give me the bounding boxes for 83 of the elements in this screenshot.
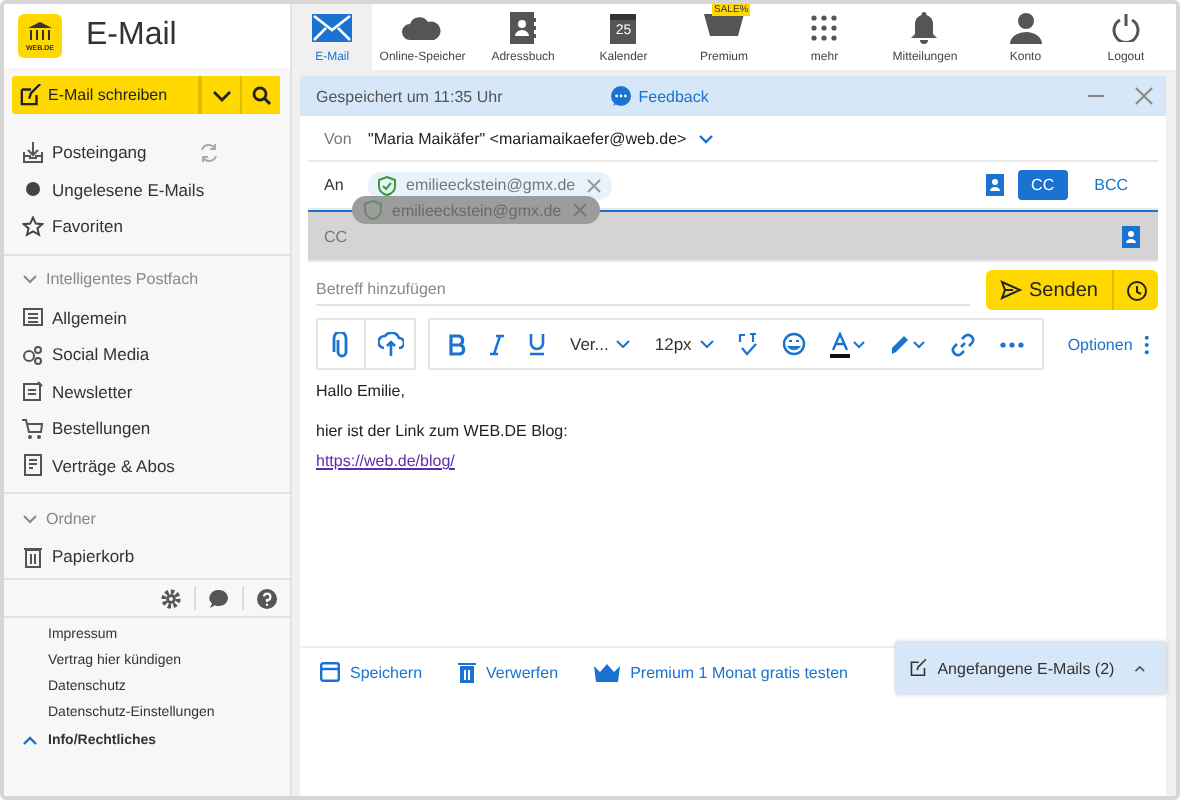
contact-card-icon[interactable] bbox=[985, 174, 1006, 196]
body-text: Hallo Emilie, bbox=[316, 382, 407, 400]
trash-icon bbox=[458, 661, 477, 683]
field-label: Von bbox=[324, 129, 354, 147]
cloud-upload-icon bbox=[377, 332, 403, 356]
folder-item[interactable]: Allgemein bbox=[4, 299, 290, 336]
chat-icon[interactable] bbox=[208, 587, 230, 609]
action-link[interactable]: Verwerfen bbox=[458, 661, 559, 683]
people-icon bbox=[22, 343, 44, 366]
chevron-icon[interactable] bbox=[22, 274, 38, 284]
chevron-icon bbox=[616, 340, 631, 348]
compose-button[interactable]: E-Mail schreiben bbox=[12, 76, 200, 114]
envelope-icon bbox=[312, 14, 353, 42]
sender-field[interactable]: "Maria Maikäfer" <mariamaikaefer@web.de> bbox=[368, 129, 687, 147]
caret-icon[interactable] bbox=[1134, 663, 1146, 673]
search-button[interactable] bbox=[240, 76, 280, 114]
chevron-icon[interactable] bbox=[22, 736, 38, 746]
remove-icon[interactable] bbox=[585, 177, 602, 193]
save-icon bbox=[320, 662, 340, 682]
options-link[interactable]: Optionen bbox=[1067, 335, 1133, 353]
folder-item[interactable]: Social Media bbox=[4, 336, 290, 373]
drafts-panel[interactable]: Angefangene E-Mails (2) bbox=[896, 642, 1166, 694]
power-icon bbox=[1111, 14, 1140, 42]
more-icon bbox=[999, 341, 1024, 347]
app-title: E-Mail bbox=[86, 18, 177, 54]
bold-icon bbox=[448, 333, 466, 355]
close-icon[interactable] bbox=[1134, 86, 1154, 106]
chevron-icon bbox=[699, 340, 714, 348]
remove-icon bbox=[571, 202, 588, 218]
marker-icon bbox=[889, 332, 926, 356]
chevron-icon[interactable] bbox=[22, 513, 38, 523]
folder-item[interactable]: Newsletter bbox=[4, 373, 290, 410]
list-icon bbox=[22, 306, 44, 329]
trash-icon bbox=[22, 545, 44, 568]
chat-bubble-icon bbox=[610, 85, 633, 107]
shield-check-icon bbox=[378, 175, 396, 195]
chevron-icon bbox=[211, 89, 231, 101]
cart-icon bbox=[22, 417, 44, 440]
bell-icon bbox=[910, 12, 939, 44]
send-icon bbox=[999, 280, 1022, 300]
newspaper-icon bbox=[22, 380, 44, 403]
link-icon bbox=[949, 331, 976, 357]
body-link[interactable]: https://web.de/blog/ bbox=[316, 452, 455, 470]
kebab-menu-icon[interactable] bbox=[1144, 333, 1150, 355]
folder-item[interactable]: Papierkorb bbox=[4, 538, 290, 575]
folder-item[interactable]: Ungelesene E-Mails bbox=[4, 171, 290, 208]
field-label: An bbox=[324, 176, 346, 194]
field-label: CC bbox=[324, 227, 350, 245]
address-book-icon bbox=[509, 12, 538, 44]
settings-icon[interactable] bbox=[160, 587, 182, 609]
grid-icon bbox=[810, 14, 839, 42]
cc-toggle[interactable]: CC bbox=[1017, 170, 1069, 200]
star-icon bbox=[22, 215, 44, 238]
action-link[interactable]: Premium 1 Monat gratis testen bbox=[594, 663, 848, 681]
dot-icon bbox=[22, 178, 44, 201]
folder-item[interactable]: Bestellungen bbox=[4, 410, 290, 447]
help-icon[interactable] bbox=[256, 587, 278, 609]
shield-icon bbox=[364, 200, 382, 220]
bcc-toggle[interactable]: BCC bbox=[1080, 170, 1142, 200]
inbox-icon bbox=[22, 141, 44, 164]
crown-icon bbox=[594, 663, 621, 681]
clock-icon bbox=[1125, 279, 1147, 301]
cloud-icon bbox=[402, 16, 443, 40]
italic-icon bbox=[490, 333, 504, 355]
feedback-link[interactable]: Feedback bbox=[610, 85, 709, 107]
action-link[interactable]: Speichern bbox=[320, 662, 423, 682]
search-icon bbox=[251, 85, 271, 105]
folder-item[interactable]: Posteingang bbox=[4, 134, 290, 171]
person-icon bbox=[1009, 12, 1042, 44]
recipient-chip[interactable]: emilieeckstein@gmx.de bbox=[368, 171, 612, 199]
basket-icon bbox=[704, 12, 744, 36]
folder-item[interactable]: Favoriten bbox=[4, 208, 290, 245]
spellcheck-icon bbox=[737, 332, 758, 356]
folder-item[interactable]: Verträge & Abos bbox=[4, 447, 290, 484]
saved-status: Gespeichert um 11:35 Uhr bbox=[316, 87, 503, 105]
underline-icon bbox=[528, 332, 546, 356]
paperclip-icon bbox=[331, 331, 351, 357]
chevron-icon[interactable] bbox=[698, 133, 715, 143]
contact-card-icon[interactable] bbox=[1122, 225, 1142, 247]
text-color-icon bbox=[829, 331, 866, 357]
body-text: hier ist der Link zum WEB.DE Blog: bbox=[316, 422, 570, 440]
document-icon bbox=[22, 454, 44, 477]
smiley-icon bbox=[781, 332, 806, 356]
